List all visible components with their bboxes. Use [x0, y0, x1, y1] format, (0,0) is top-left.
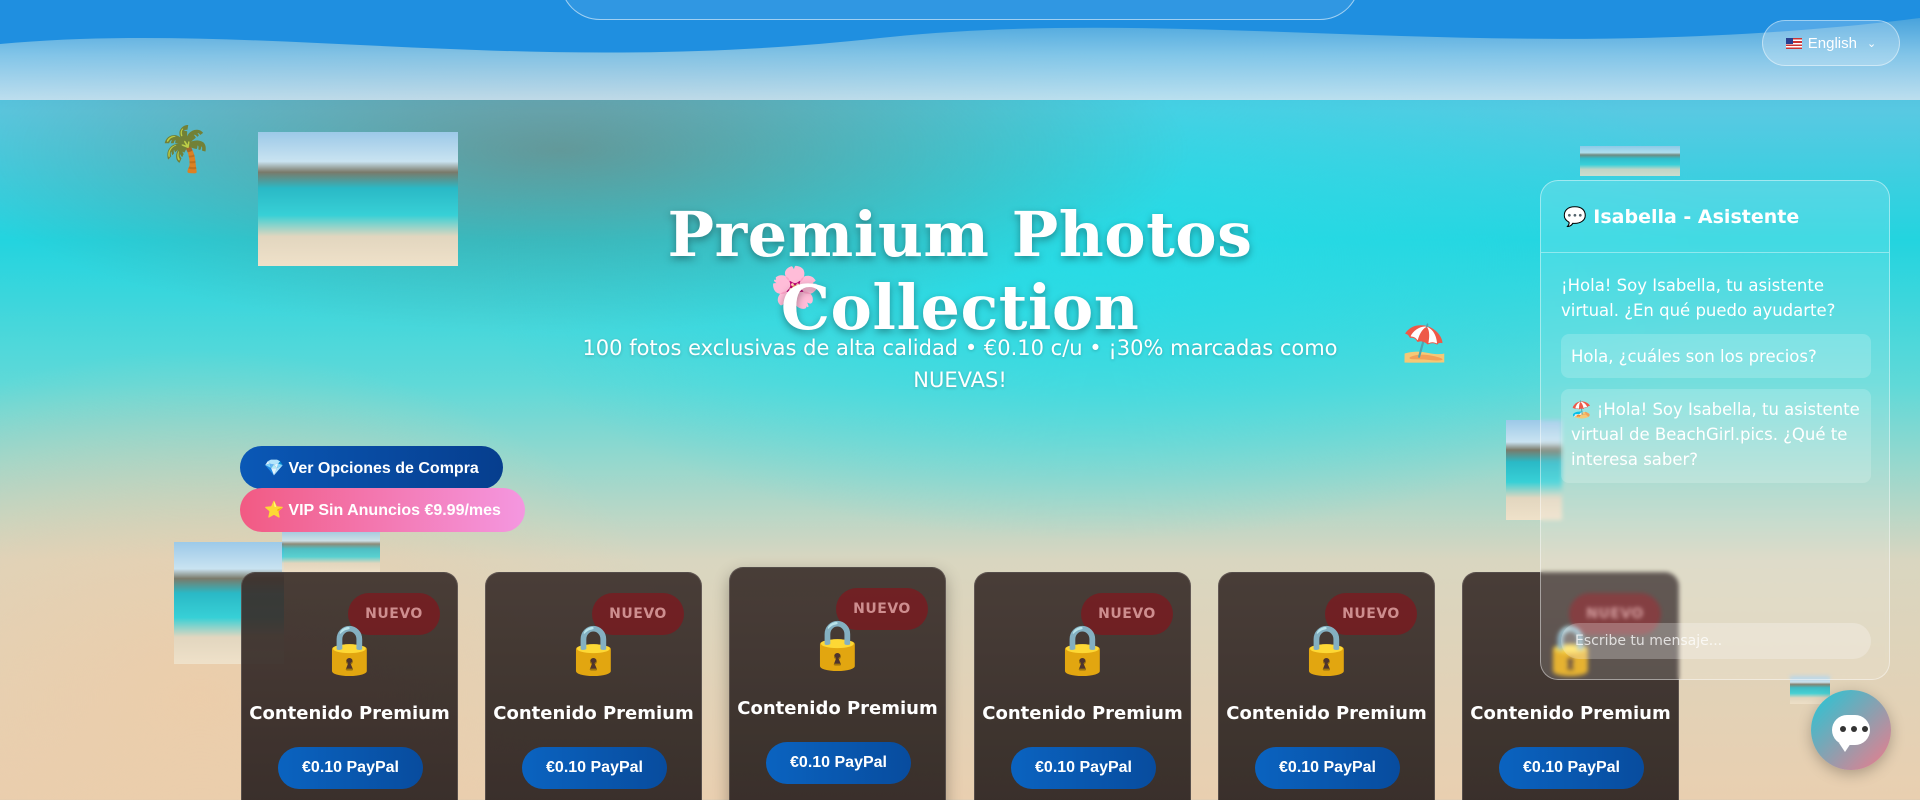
photo-card[interactable]: NUEVO 🔒 Contenido Premium €0.10 PayPal — [485, 572, 702, 800]
card-title: Contenido Premium — [982, 703, 1183, 724]
photo-card[interactable]: NUEVO 🔒 Contenido Premium €0.10 PayPal — [241, 572, 458, 800]
lock-icon: 🔒 — [1052, 622, 1113, 678]
view-purchase-options-button[interactable]: 💎 Ver Opciones de Compra — [240, 446, 503, 489]
floating-beach-image — [1580, 146, 1680, 176]
lock-icon: 🔒 — [1296, 622, 1357, 678]
chat-message-assistant: 🏖️ ¡Hola! Soy Isabella, tu asistente vir… — [1561, 389, 1871, 483]
vip-no-ads-button[interactable]: ⭐ VIP Sin Anuncios €9.99/mes — [240, 488, 525, 532]
chat-message-assistant: ¡Hola! Soy Isabella, tu asistente virtua… — [1561, 276, 1836, 320]
page-subtitle: 100 fotos exclusivas de alta calidad • €… — [582, 336, 1338, 392]
card-title: Contenido Premium — [1470, 703, 1671, 724]
paypal-buy-button[interactable]: €0.10 PayPal — [1255, 747, 1400, 789]
paypal-buy-button[interactable]: €0.10 PayPal — [522, 747, 667, 789]
photo-card[interactable]: NUEVO 🔒 Contenido Premium €0.10 PayPal — [974, 572, 1191, 800]
photo-card[interactable]: NUEVO 🔒 Contenido Premium €0.10 PayPal — [1218, 572, 1435, 800]
language-selector[interactable]: English ⌄ — [1762, 20, 1900, 66]
chat-message-input[interactable] — [1561, 623, 1871, 659]
chat-header: 💬 Isabella - Asistente — [1541, 181, 1889, 253]
language-label: English — [1807, 34, 1857, 52]
lock-icon: 🔒 — [807, 617, 868, 673]
card-title: Contenido Premium — [737, 698, 938, 719]
chat-panel: 💬 Isabella - Asistente ¡Hola! Soy Isabel… — [1540, 180, 1890, 680]
floating-beach-image — [258, 132, 458, 266]
chevron-down-icon: ⌄ — [1866, 37, 1877, 50]
page-title: Premium Photos Collection — [667, 198, 1253, 344]
lock-icon: 🔒 — [563, 622, 624, 678]
paypal-buy-button[interactable]: €0.10 PayPal — [278, 747, 423, 789]
card-title: Contenido Premium — [493, 703, 694, 724]
lock-icon: 🔒 — [319, 622, 380, 678]
card-title: Contenido Premium — [249, 703, 450, 724]
top-nav-capsule — [560, 0, 1360, 20]
paypal-buy-button[interactable]: €0.10 PayPal — [1499, 747, 1644, 789]
chat-message-user: Hola, ¿cuáles son los precios? — [1561, 334, 1871, 378]
card-title: Contenido Premium — [1226, 703, 1427, 724]
floating-beach-image — [282, 532, 380, 572]
paypal-buy-button[interactable]: €0.10 PayPal — [766, 742, 911, 784]
palm-tree-icon: 🌴 — [158, 124, 213, 175]
chat-toggle-button[interactable] — [1811, 690, 1891, 770]
chat-bubble-icon — [1832, 715, 1870, 752]
us-flag-icon — [1785, 37, 1802, 49]
photo-card[interactable]: NUEVO 🔒 Contenido Premium €0.10 PayPal — [729, 567, 946, 800]
paypal-buy-button[interactable]: €0.10 PayPal — [1011, 747, 1156, 789]
